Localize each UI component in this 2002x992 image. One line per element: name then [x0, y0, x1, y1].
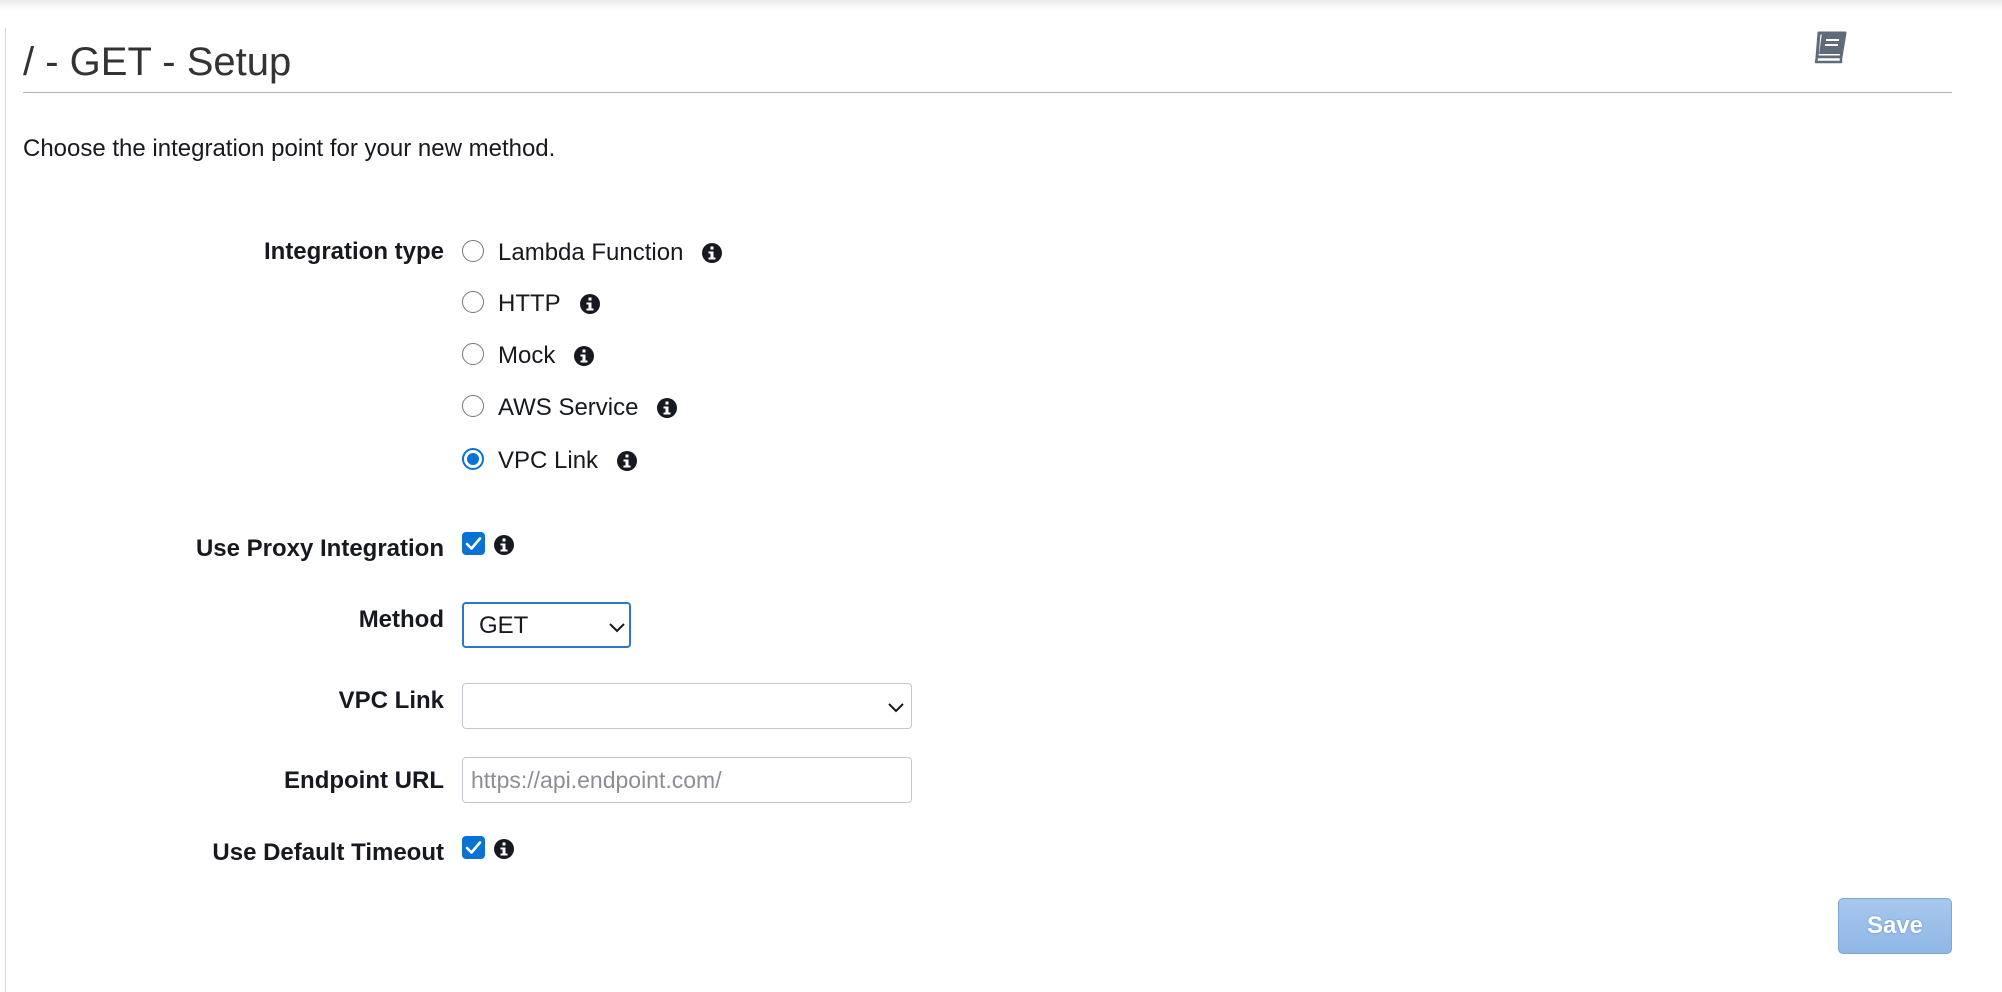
vpc-link-label: VPC Link [338, 687, 444, 714]
radio-label: VPC Link [498, 447, 599, 474]
radio-button[interactable] [462, 343, 484, 365]
radio-label: Lambda Function [498, 239, 684, 266]
radio-option-vpc-link[interactable]: VPC Link [462, 445, 638, 477]
chevron-down-icon [609, 623, 625, 633]
save-button[interactable]: Save [1838, 898, 1952, 954]
endpoint-url-label: Endpoint URL [284, 767, 444, 794]
method-select-value: GET [479, 612, 529, 639]
method-label: Method [358, 606, 444, 633]
info-icon[interactable] [656, 397, 678, 419]
vpc-link-select[interactable] [462, 683, 912, 729]
info-icon[interactable] [701, 242, 723, 264]
default-timeout-label: Use Default Timeout [212, 839, 444, 866]
radio-option-aws-service[interactable]: AWS Service [462, 392, 678, 424]
info-icon[interactable] [493, 838, 515, 860]
use-proxy-label: Use Proxy Integration [195, 535, 444, 562]
endpoint-url-input[interactable]: https://api.endpoint.com/ [462, 757, 912, 803]
info-icon[interactable] [493, 534, 515, 556]
radio-button[interactable] [462, 395, 484, 417]
checkmark-icon [465, 537, 482, 550]
use-proxy-checkbox[interactable] [462, 532, 485, 555]
info-icon[interactable] [573, 345, 595, 367]
top-shadow [0, 0, 2002, 10]
integration-type-label: Integration type [263, 238, 444, 265]
book-icon[interactable] [1811, 27, 1851, 67]
radio-label: AWS Service [498, 394, 639, 421]
radio-button[interactable] [462, 240, 484, 262]
radio-label: Mock [498, 342, 556, 369]
checkmark-icon [465, 841, 482, 854]
intro-text: Choose the integration point for your ne… [23, 135, 556, 162]
title-divider [23, 92, 1952, 93]
chevron-down-icon [888, 703, 904, 713]
radio-option-http[interactable]: HTTP [462, 288, 601, 320]
radio-button-selected[interactable] [462, 448, 484, 470]
radio-option-lambda[interactable]: Lambda Function [462, 237, 723, 269]
default-timeout-checkbox[interactable] [462, 836, 485, 859]
radio-label: HTTP [498, 290, 561, 317]
method-select[interactable]: GET [462, 602, 631, 648]
info-icon[interactable] [579, 293, 601, 315]
radio-button[interactable] [462, 291, 484, 313]
info-icon[interactable] [616, 450, 638, 472]
left-divider [5, 28, 6, 992]
page-title: / - GET - Setup [23, 40, 292, 84]
endpoint-url-placeholder: https://api.endpoint.com/ [471, 767, 722, 793]
radio-option-mock[interactable]: Mock [462, 340, 595, 372]
